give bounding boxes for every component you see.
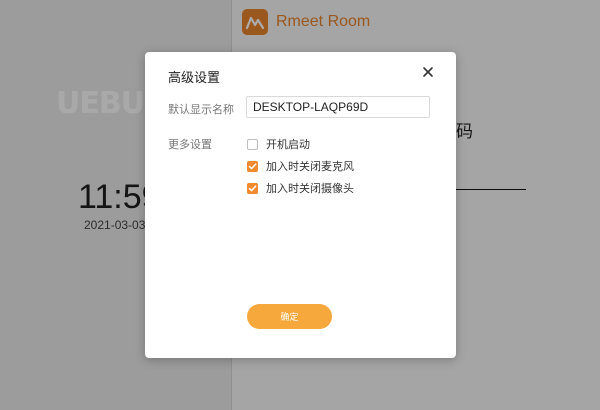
checkmark-icon [248, 184, 257, 191]
option-camera-off-label: 加入时关闭摄像头 [266, 182, 354, 195]
dialog-title: 高级设置 [168, 71, 221, 86]
option-camera-off[interactable]: 加入时关闭摄像头 [247, 180, 354, 196]
checkbox-camera-off[interactable] [247, 182, 258, 194]
checkmark-icon [248, 162, 257, 169]
option-auto-start[interactable]: 开机启动 [247, 136, 310, 152]
confirm-button[interactable]: 确定 [247, 304, 332, 329]
checkbox-auto-start[interactable] [247, 138, 258, 150]
display-name-label: 默认显示名称 [168, 103, 234, 116]
option-mute-mic-label: 加入时关闭麦克风 [266, 160, 354, 173]
option-mute-mic[interactable]: 加入时关闭麦克风 [247, 158, 354, 174]
advanced-settings-dialog: 高级设置 默认显示名称 更多设置 开机启动 加入时关闭麦克风 加入时关闭摄像头 … [145, 52, 456, 358]
close-icon [423, 67, 433, 77]
more-settings-label: 更多设置 [168, 138, 212, 151]
display-name-input[interactable] [246, 96, 430, 118]
option-auto-start-label: 开机启动 [266, 138, 310, 151]
close-button[interactable] [420, 64, 436, 80]
checkbox-mute-mic[interactable] [247, 160, 258, 172]
